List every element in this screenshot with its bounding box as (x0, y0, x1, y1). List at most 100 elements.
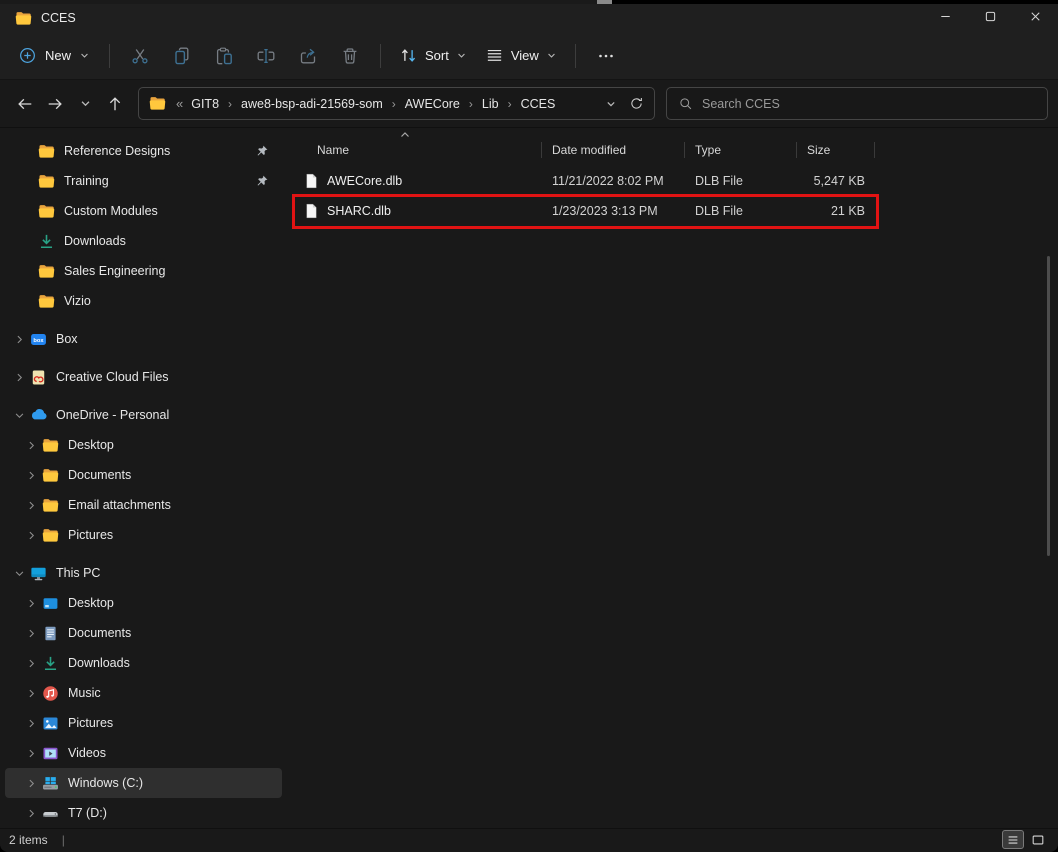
pictures-icon (42, 715, 59, 732)
this-pc-icon (30, 565, 47, 582)
column-header-size[interactable]: Size (797, 141, 875, 159)
recent-locations-button[interactable] (70, 89, 100, 119)
sidebar-item-box[interactable]: box Box (5, 324, 282, 354)
paste-button[interactable] (203, 38, 245, 74)
close-button[interactable] (1013, 4, 1058, 32)
file-icon (303, 203, 319, 219)
sidebar-item-this-pc[interactable]: This PC (5, 558, 282, 588)
cut-button[interactable] (119, 38, 161, 74)
chevron-right-icon[interactable] (12, 370, 27, 385)
sidebar-item-documents[interactable]: Documents (5, 460, 282, 490)
chevron-right-icon[interactable] (24, 656, 39, 671)
toolbar-separator (380, 44, 381, 68)
column-header-type[interactable]: Type (685, 141, 797, 159)
search-input[interactable] (702, 97, 1036, 111)
sidebar-item-desktop[interactable]: Desktop (5, 430, 282, 460)
minimize-button[interactable] (923, 4, 968, 32)
folder-icon (42, 527, 59, 544)
new-button[interactable]: New (10, 39, 100, 72)
explorer-tab[interactable]: CCES (0, 4, 76, 32)
documents-icon (42, 625, 59, 642)
breadcrumb-item-git8[interactable]: GIT8 (185, 94, 225, 114)
back-button[interactable] (10, 89, 40, 119)
sidebar-item-training[interactable]: Training (5, 166, 282, 196)
details-view-button[interactable] (1002, 830, 1024, 849)
column-header-label: Name (317, 143, 349, 157)
sidebar-item-downloads[interactable]: Downloads (5, 648, 282, 678)
chevron-right-icon[interactable] (24, 806, 39, 821)
file-size: 5,247 KB (797, 174, 875, 188)
chevron-down-icon[interactable] (12, 566, 27, 581)
rename-button[interactable] (245, 38, 287, 74)
file-row-awecore-dlb[interactable]: AWECore.dlb 11/21/2022 8:02 PM DLB File … (295, 166, 875, 196)
sidebar: Reference Designs Training Custom Module… (0, 128, 287, 828)
sidebar-item-vizio[interactable]: Vizio (5, 286, 282, 316)
arrow-up-icon (106, 95, 124, 113)
share-icon (298, 46, 318, 66)
chevron-right-icon[interactable] (24, 716, 39, 731)
chevron-right-icon[interactable] (24, 596, 39, 611)
address-bar[interactable]: « GIT8›awe8-bsp-adi-21569-som›AWECore›Li… (138, 87, 655, 120)
sidebar-item-videos[interactable]: Videos (5, 738, 282, 768)
up-button[interactable] (100, 89, 130, 119)
drive-windows-icon (42, 775, 59, 792)
rename-icon (256, 46, 276, 66)
column-header-name[interactable]: Name (295, 141, 542, 159)
copy-button[interactable] (161, 38, 203, 74)
folder-icon (38, 173, 55, 190)
sidebar-item-sales-engineering[interactable]: Sales Engineering (5, 256, 282, 286)
sidebar-item-email-attachments[interactable]: Email attachments (5, 490, 282, 520)
item-count: 2 items (9, 833, 48, 847)
chevron-right-icon[interactable] (12, 332, 27, 347)
sidebar-item-desktop[interactable]: Desktop (5, 588, 282, 618)
sidebar-item-pictures[interactable]: Pictures (5, 520, 282, 550)
file-row-sharc-dlb[interactable]: SHARC.dlb 1/23/2023 3:13 PM DLB File 21 … (295, 196, 875, 226)
details-view-icon (1006, 833, 1020, 847)
more-dots-icon (596, 46, 616, 66)
chevron-right-icon[interactable] (24, 468, 39, 483)
sidebar-item-creative-cloud-files[interactable]: Creative Cloud Files (5, 362, 282, 392)
sidebar-item-t7-d[interactable]: T7 (D:) (5, 798, 282, 828)
chevron-down-small-icon (79, 97, 92, 110)
breadcrumb-item-lib[interactable]: Lib (476, 94, 505, 114)
chevron-right-icon[interactable] (24, 626, 39, 641)
sidebar-item-documents[interactable]: Documents (5, 618, 282, 648)
arrow-forward-icon (46, 95, 64, 113)
sidebar-item-windows-c[interactable]: Windows (C:) (5, 768, 282, 798)
chevron-right-icon[interactable] (24, 746, 39, 761)
close-icon (1028, 9, 1043, 27)
toolbar: New Sort View (0, 32, 1058, 80)
chevron-right-icon[interactable] (24, 776, 39, 791)
chevron-right-icon[interactable] (24, 686, 39, 701)
chevron-right-icon[interactable] (24, 438, 39, 453)
column-header-date-modified[interactable]: Date modified (542, 141, 685, 159)
more-options-button[interactable] (585, 38, 627, 74)
breadcrumb-item-awecore[interactable]: AWECore (399, 94, 466, 114)
chevron-down-small-icon[interactable] (605, 98, 617, 110)
chevron-right-icon[interactable] (24, 498, 39, 513)
view-button[interactable]: View (476, 39, 566, 72)
sidebar-item-downloads[interactable]: Downloads (5, 226, 282, 256)
sidebar-item-onedrive-personal[interactable]: OneDrive - Personal (5, 400, 282, 430)
large-icons-view-button[interactable] (1027, 830, 1049, 849)
file-list-area: Name Date modifiedType Size AWECore.dlb 11… (287, 128, 1058, 828)
folder-icon (42, 467, 59, 484)
sort-button[interactable]: Sort (390, 39, 476, 72)
breadcrumb-item-awe8-bsp-adi-21569-som[interactable]: awe8-bsp-adi-21569-som (235, 94, 389, 114)
maximize-button[interactable] (968, 4, 1013, 32)
chevron-down-icon[interactable] (12, 408, 27, 423)
sidebar-item-custom-modules[interactable]: Custom Modules (5, 196, 282, 226)
chevron-right-icon[interactable] (24, 528, 39, 543)
sidebar-item-pictures[interactable]: Pictures (5, 708, 282, 738)
delete-button[interactable] (329, 38, 371, 74)
sidebar-item-music[interactable]: Music (5, 678, 282, 708)
sidebar-item-reference-designs[interactable]: Reference Designs (5, 136, 282, 166)
breadcrumb-item-cces[interactable]: CCES (515, 94, 562, 114)
forward-button[interactable] (40, 89, 70, 119)
refresh-icon[interactable] (629, 96, 644, 111)
share-button[interactable] (287, 38, 329, 74)
folder-icon (42, 497, 59, 514)
folder-icon (149, 95, 166, 112)
breadcrumb-overflow[interactable]: « (176, 96, 183, 111)
column-header-label: Size (807, 143, 830, 157)
